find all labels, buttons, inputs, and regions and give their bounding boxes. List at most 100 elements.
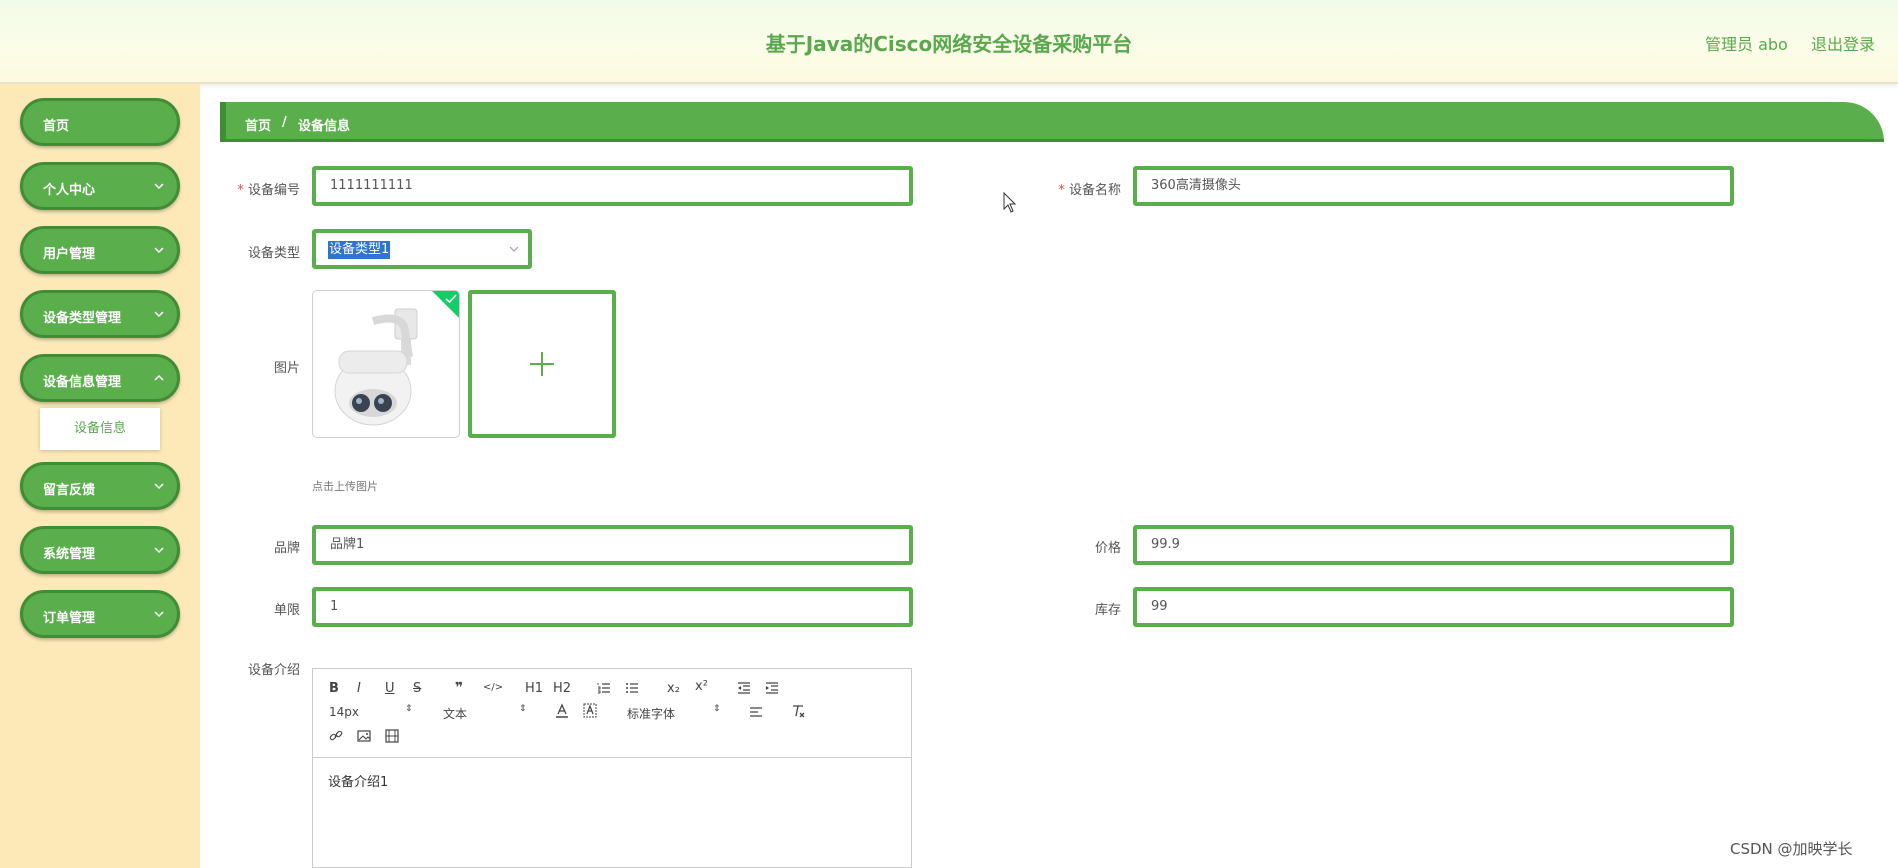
breadcrumb-home[interactable]: 首页 <box>245 115 271 134</box>
device-name-input[interactable]: 360高清摄像头 <box>1133 166 1734 206</box>
sidebar-item-label: 个人中心 <box>43 183 96 198</box>
device-name-label-text: 设备名称 <box>1068 183 1121 198</box>
font-family-select[interactable]: 标准字体 <box>627 705 675 722</box>
brand-label: 品牌 <box>273 541 300 556</box>
sidebar-item-device-type-management[interactable]: 设备类型管理 <box>20 290 180 338</box>
watermark: CSDN @加映学长 <box>1730 840 1853 858</box>
stock-label: 库存 <box>1094 603 1121 618</box>
rich-text-editor: B I U S ❞ </> H1 H2 x₂ x² 14px ⇕ 文本 ⇕ 标准… <box>312 668 912 868</box>
sidebar-item-label: 用户管理 <box>43 247 96 262</box>
breadcrumb-current: 设备信息 <box>298 119 351 134</box>
device-type-label: 设备类型 <box>247 246 300 261</box>
logout-link[interactable]: 退出登录 <box>1811 31 1875 55</box>
sort-icon: ⇕ <box>405 704 413 714</box>
camera-image <box>334 308 418 426</box>
chevron-down-icon <box>509 246 519 252</box>
bullet-list-button[interactable] <box>625 681 639 695</box>
video-icon <box>385 729 399 743</box>
bullet-list-icon <box>626 683 638 693</box>
device-no-label-text: 设备编号 <box>247 183 300 198</box>
check-icon <box>445 294 457 304</box>
breadcrumb-separator: / <box>282 115 287 130</box>
indent-button[interactable] <box>765 681 779 695</box>
top-header: 基于Java的Cisco网络安全设备采购平台 管理员 abo 退出登录 <box>0 0 1898 84</box>
sidebar-item-user-management[interactable]: 用户管理 <box>20 226 180 274</box>
sort-icon: ⇕ <box>519 704 527 714</box>
sidebar: 首页 个人中心 用户管理 设备类型管理 设备信息管理 设备信息 留言反馈 系统管… <box>0 84 200 868</box>
italic-button[interactable]: I <box>357 681 361 696</box>
uploaded-image-thumbnail[interactable] <box>312 290 460 438</box>
link-button[interactable] <box>329 729 343 743</box>
price-input[interactable]: 99.9 <box>1133 525 1734 565</box>
h1-button[interactable]: H1 <box>525 681 543 696</box>
outdent-button[interactable] <box>737 681 751 695</box>
sidebar-item-home[interactable]: 首页 <box>20 98 180 146</box>
app-title: 基于Java的Cisco网络安全设备采购平台 <box>765 32 1133 56</box>
device-type-select[interactable]: 设备类型1 <box>312 229 532 269</box>
ordered-list-button[interactable] <box>597 681 611 695</box>
chevron-down-icon <box>154 547 164 554</box>
align-left-icon <box>750 707 762 717</box>
sidebar-item-order-management[interactable]: 订单管理 <box>20 590 180 638</box>
sidebar-item-label: 设备信息管理 <box>43 375 122 390</box>
image-icon <box>357 730 371 742</box>
video-button[interactable] <box>385 729 399 743</box>
chevron-down-icon <box>154 483 164 490</box>
code-block-button[interactable]: </> <box>483 682 503 693</box>
h2-button[interactable]: H2 <box>553 681 571 696</box>
underline-button[interactable]: U <box>385 681 395 696</box>
stock-input[interactable]: 99 <box>1133 587 1734 627</box>
upload-image-button[interactable] <box>468 290 616 438</box>
mouse-cursor-icon <box>1003 192 1017 213</box>
ordered-list-icon <box>597 683 610 694</box>
sidebar-item-personal-center[interactable]: 个人中心 <box>20 162 180 210</box>
sidebar-subitem-device-info[interactable]: 设备信息 <box>40 408 160 450</box>
sidebar-item-label: 首页 <box>43 119 70 134</box>
device-no-input[interactable]: 1111111111 <box>312 166 913 206</box>
sidebar-item-system-management[interactable]: 系统管理 <box>20 526 180 574</box>
breadcrumb-accent <box>220 102 226 142</box>
background-color-icon <box>583 703 597 718</box>
superscript-button[interactable]: x² <box>695 679 708 694</box>
sidebar-item-device-info-management[interactable]: 设备信息管理 <box>20 354 180 402</box>
image-label: 图片 <box>273 361 300 376</box>
sidebar-item-label: 设备类型管理 <box>43 311 122 326</box>
price-label: 价格 <box>1094 541 1121 556</box>
sidebar-item-label: 系统管理 <box>43 547 96 562</box>
user-label: 管理员 abo <box>1705 35 1788 54</box>
subscript-button[interactable]: x₂ <box>667 681 680 696</box>
outdent-icon <box>738 682 750 694</box>
required-mark: * <box>1058 183 1065 198</box>
chevron-down-icon <box>154 611 164 618</box>
header-select[interactable]: 文本 <box>443 705 467 722</box>
indent-icon <box>766 682 778 694</box>
limit-label: 单限 <box>273 603 300 618</box>
background-color-button[interactable] <box>583 703 597 719</box>
sidebar-item-label: 留言反馈 <box>43 483 96 498</box>
required-mark: * <box>237 183 244 198</box>
intro-label: 设备介绍 <box>247 663 300 678</box>
chevron-down-icon <box>154 311 164 318</box>
breadcrumb: 首页 / 设备信息 <box>220 102 1884 142</box>
brand-input[interactable]: 品牌1 <box>312 525 913 565</box>
plus-icon <box>530 352 554 376</box>
align-button[interactable] <box>749 705 763 719</box>
clear-format-button[interactable] <box>791 704 805 718</box>
bold-button[interactable]: B <box>329 681 339 696</box>
font-color-button[interactable] <box>555 703 569 719</box>
upload-tip: 点击上传图片 <box>312 480 378 493</box>
sort-icon: ⇕ <box>713 704 721 714</box>
image-button[interactable] <box>357 729 371 743</box>
strike-button[interactable]: S <box>413 681 421 696</box>
chevron-down-icon <box>154 247 164 254</box>
limit-input[interactable]: 1 <box>312 587 913 627</box>
blockquote-button[interactable]: ❞ <box>455 680 463 696</box>
editor-content[interactable]: 设备介绍1 <box>328 771 388 790</box>
clear-format-icon <box>793 705 805 718</box>
sidebar-item-feedback[interactable]: 留言反馈 <box>20 462 180 510</box>
font-color-icon <box>556 703 568 718</box>
link-icon <box>329 730 343 741</box>
chevron-up-icon <box>154 374 164 381</box>
font-size-select[interactable]: 14px <box>329 705 359 719</box>
device-name-label: * 设备名称 <box>1021 179 1121 198</box>
